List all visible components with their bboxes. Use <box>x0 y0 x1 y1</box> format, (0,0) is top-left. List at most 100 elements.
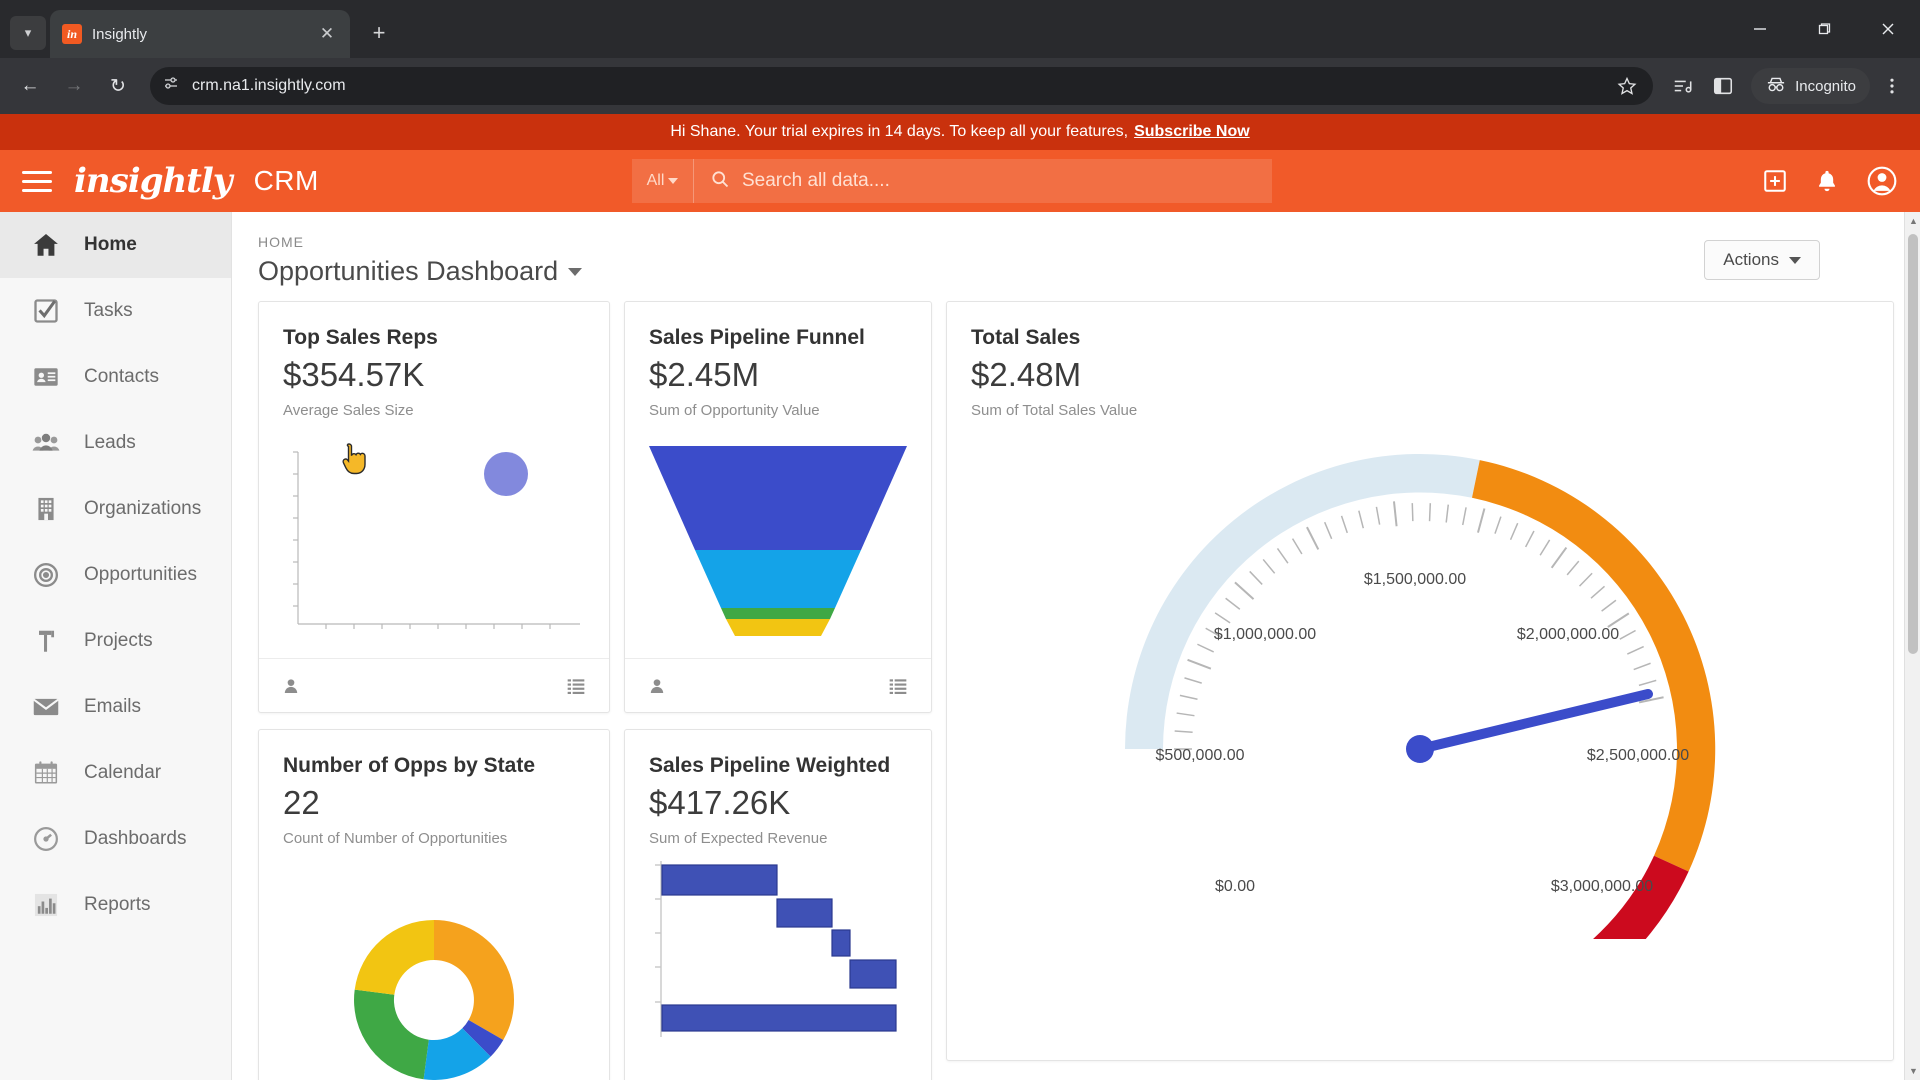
sidebar-item-tasks[interactable]: Tasks <box>0 278 231 344</box>
back-button[interactable]: ← <box>10 66 50 106</box>
card-sales-pipeline-funnel[interactable]: Sales Pipeline Funnel $2.45M Sum of Oppo… <box>624 301 932 713</box>
pie-slice[interactable] <box>354 919 434 995</box>
bookmark-star-icon[interactable] <box>1609 68 1645 104</box>
list-view-icon[interactable] <box>887 676 909 696</box>
side-panel-icon[interactable] <box>1705 68 1741 104</box>
forward-button[interactable]: → <box>54 66 94 106</box>
funnel-stage[interactable] <box>695 549 861 608</box>
gauge-tick-labels: $0.00 $500,000.00 $1,000,000.00 $1,500,0… <box>1156 571 1690 895</box>
gauge-tick-label: $1,500,000.00 <box>1364 571 1466 588</box>
page-title[interactable]: Opportunities Dashboard <box>258 256 1894 287</box>
user-filter-icon[interactable] <box>281 676 301 696</box>
sidebar-item-label: Reports <box>84 894 151 915</box>
user-account-icon[interactable] <box>1866 165 1898 197</box>
waterfall-bar[interactable] <box>776 898 833 928</box>
notifications-bell-icon[interactable] <box>1814 168 1840 194</box>
search-input[interactable]: Search all data.... <box>694 169 1272 194</box>
waterfall-bar[interactable] <box>661 864 778 896</box>
actions-button[interactable]: Actions <box>1704 240 1820 280</box>
add-icon[interactable] <box>1762 168 1788 194</box>
sidebar-item-projects[interactable]: Projects <box>0 608 231 674</box>
leads-people-icon <box>30 427 62 459</box>
breadcrumb[interactable]: HOME <box>258 234 1894 250</box>
site-info-icon[interactable] <box>162 75 180 98</box>
card-subtitle: Sum of Expected Revenue <box>649 830 828 847</box>
tab-search-chevron-icon[interactable]: ▾ <box>10 16 46 50</box>
user-filter-icon[interactable] <box>647 676 667 696</box>
gauge-tick-label: $500,000.00 <box>1156 747 1245 764</box>
sidebar-item-organizations[interactable]: Organizations <box>0 476 231 542</box>
incognito-profile-button[interactable]: Incognito <box>1751 68 1870 104</box>
sidebar-item-dashboards[interactable]: Dashboards <box>0 806 231 872</box>
sidebar-item-calendar[interactable]: Calendar <box>0 740 231 806</box>
tab-strip: ▾ in Insightly ✕ + <box>0 0 1920 58</box>
reload-button[interactable]: ↻ <box>98 66 138 106</box>
sidebar-item-contacts[interactable]: Contacts <box>0 344 231 410</box>
card-sales-pipeline-weighted[interactable]: Sales Pipeline Weighted $417.26K Sum of … <box>624 729 932 1080</box>
card-header: Sales Pipeline Weighted $417.26K Sum of … <box>625 730 931 847</box>
sidebar-item-home[interactable]: Home <box>0 212 231 278</box>
list-view-icon[interactable] <box>565 676 587 696</box>
gauge-tick-label: $2,500,000.00 <box>1587 747 1689 764</box>
card-top-sales-reps[interactable]: Top Sales Reps $354.57K Average Sales Si… <box>258 301 610 713</box>
sidebar-item-leads[interactable]: Leads <box>0 410 231 476</box>
chevron-down-icon[interactable] <box>568 267 583 276</box>
search-scope-dropdown[interactable]: All <box>632 159 694 203</box>
minimize-window-icon[interactable] <box>1728 7 1792 51</box>
organizations-building-icon <box>30 493 62 525</box>
chrome-menu-icon[interactable] <box>1874 68 1910 104</box>
tab-close-icon[interactable]: ✕ <box>316 24 338 44</box>
trial-banner: Hi Shane. Your trial expires in 14 days.… <box>0 114 1920 150</box>
pie-slice[interactable] <box>434 919 515 1040</box>
funnel-stage[interactable] <box>649 445 907 550</box>
sidebar-item-reports[interactable]: Reports <box>0 872 231 938</box>
browser-tab-insightly[interactable]: in Insightly ✕ <box>50 10 350 58</box>
incognito-label: Incognito <box>1795 77 1856 95</box>
card-value: 22 <box>283 784 320 821</box>
sidebar-item-opportunities[interactable]: Opportunities <box>0 542 231 608</box>
contacts-card-icon <box>30 361 62 393</box>
pie-slice[interactable] <box>354 989 429 1079</box>
scroll-up-arrow-icon[interactable]: ▲ <box>1909 216 1918 226</box>
app-header: insightly CRM All Search all data.... <box>0 150 1920 212</box>
subscribe-now-link[interactable]: Subscribe Now <box>1134 123 1250 141</box>
insightly-logo[interactable]: insightly <box>74 161 233 201</box>
scatter-point[interactable] <box>484 451 528 496</box>
funnel-stage[interactable] <box>721 607 835 619</box>
sidebar-item-emails[interactable]: Emails <box>0 674 231 740</box>
page-viewport: Hi Shane. Your trial expires in 14 days.… <box>0 114 1920 1080</box>
card-footer <box>259 658 609 712</box>
maximize-window-icon[interactable] <box>1792 7 1856 51</box>
global-search[interactable]: All Search all data.... <box>632 159 1272 203</box>
tab-title: Insightly <box>92 25 148 43</box>
card-subtitle: Sum of Total Sales Value <box>971 402 1138 419</box>
gauge-tick-label: $2,000,000.00 <box>1517 626 1619 643</box>
browser-window: ▾ in Insightly ✕ + ← → ↻ crm.na1.insight… <box>0 0 1920 1080</box>
dashboards-gauge-icon <box>30 823 62 855</box>
gauge-band-orange <box>1472 460 1716 872</box>
sidebar-item-label: Opportunities <box>84 564 198 585</box>
emails-envelope-icon <box>30 691 62 723</box>
sidebar-item-label: Leads <box>84 432 136 453</box>
close-window-icon[interactable] <box>1856 7 1920 51</box>
waterfall-bar[interactable] <box>831 929 851 957</box>
waterfall-bar[interactable] <box>849 959 897 989</box>
menu-hamburger-icon[interactable] <box>22 170 52 192</box>
address-bar[interactable]: crm.na1.insightly.com <box>150 67 1654 105</box>
scroll-down-arrow-icon[interactable]: ▼ <box>1909 1066 1918 1076</box>
scrollbar-thumb[interactable] <box>1908 234 1918 654</box>
opportunities-target-icon <box>30 559 62 591</box>
funnel-stage[interactable] <box>726 618 830 636</box>
card-header: Number of Opps by State 22 Count of Numb… <box>259 730 609 847</box>
card-subtitle: Average Sales Size <box>283 402 414 419</box>
card-number-of-opps-by-state[interactable]: Number of Opps by State 22 Count of Numb… <box>258 729 610 1080</box>
page-scrollbar[interactable]: ▲ ▼ <box>1904 212 1920 1080</box>
browser-toolbar: ← → ↻ crm.na1.insightly.com Incognito <box>0 58 1920 114</box>
reading-list-icon[interactable] <box>1665 68 1701 104</box>
app-body: Home Tasks Contacts Leads Organizations … <box>0 212 1920 1080</box>
search-scope-label: All <box>646 172 665 189</box>
card-total-sales[interactable]: Total Sales $2.48M Sum of Total Sales Va… <box>946 301 1894 1061</box>
waterfall-bar[interactable] <box>661 1004 897 1032</box>
sidebar-item-label: Tasks <box>84 300 133 321</box>
new-tab-button[interactable]: + <box>362 16 396 50</box>
